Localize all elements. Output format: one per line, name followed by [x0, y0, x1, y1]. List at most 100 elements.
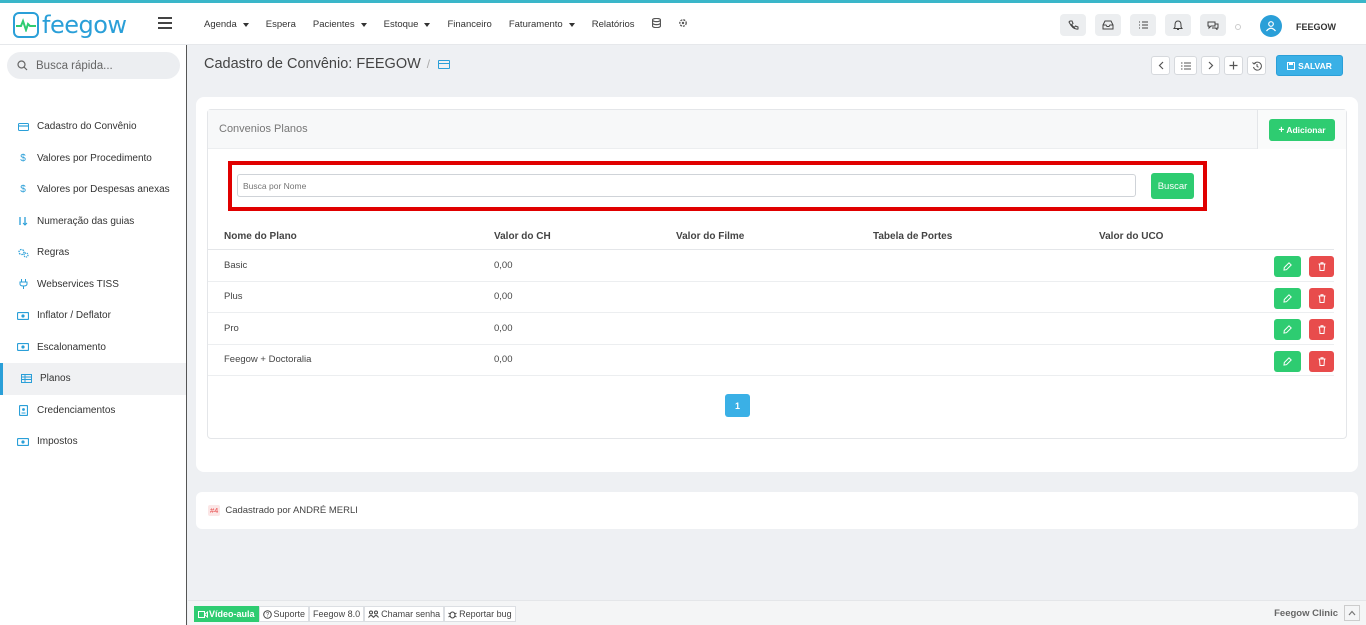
- nav-espera[interactable]: Espera: [266, 18, 296, 31]
- nav-faturamento[interactable]: Faturamento: [509, 18, 575, 31]
- user-avatar-icon[interactable]: [1260, 15, 1282, 37]
- trash-icon: [1318, 325, 1325, 334]
- sidebar-item-escalonamento[interactable]: Escalonamento: [0, 332, 186, 364]
- sidebar-item-inflator-deflator[interactable]: Inflator / Deflator: [0, 300, 186, 332]
- ch-value: 0,00: [494, 259, 513, 271]
- plan-name: Feegow + Doctoralia: [224, 354, 312, 366]
- nav-agenda[interactable]: Agenda: [204, 18, 249, 31]
- report-bug-button[interactable]: Reportar bug: [444, 606, 516, 622]
- delete-button[interactable]: [1309, 319, 1334, 340]
- sidebar-item-webservices-tiss[interactable]: Webservices TISS: [0, 269, 186, 301]
- tasks-icon[interactable]: [1130, 14, 1156, 36]
- nav-estoque[interactable]: Estoque: [384, 18, 431, 31]
- table-row: Feegow + Doctoralia 0,00: [208, 345, 1334, 376]
- bell-icon[interactable]: [1165, 14, 1191, 36]
- table-row: Pro 0,00: [208, 313, 1334, 345]
- edit-button[interactable]: [1274, 350, 1301, 372]
- nav-financeiro[interactable]: Financeiro: [447, 18, 491, 31]
- row-actions: [1274, 319, 1334, 340]
- plan-name: Plus: [224, 291, 243, 303]
- sidebar-item-planos[interactable]: Planos: [0, 363, 186, 395]
- page-toolbar: SALVAR: [1151, 55, 1343, 76]
- plan-name: Pro: [224, 322, 239, 334]
- column-header: Valor do CH: [494, 231, 551, 242]
- money-icon: [17, 311, 29, 320]
- edit-icon: [1283, 262, 1292, 271]
- sidebar-item-impostos[interactable]: Impostos: [0, 426, 186, 458]
- menu-toggle-icon[interactable]: [158, 17, 172, 29]
- sidebar-item-valores-despesas[interactable]: $ Valores por Despesas anexas: [0, 174, 186, 206]
- table-row: Plus 0,00: [208, 282, 1334, 313]
- sidebar-item-valores-procedimento[interactable]: $ Valores por Procedimento: [0, 143, 186, 175]
- column-header: Valor do UCO: [1099, 231, 1164, 242]
- pagination-page-1[interactable]: 1: [725, 394, 750, 417]
- sidebar-item-credenciamentos[interactable]: Credenciamentos: [0, 395, 186, 427]
- table-icon: [20, 374, 32, 384]
- sidebar-item-cadastro-convenio[interactable]: Cadastro do Convênio: [0, 111, 186, 143]
- users-icon: [368, 610, 380, 618]
- chat-icon[interactable]: [1200, 14, 1226, 36]
- version-label: Feegow 8.0: [309, 606, 365, 622]
- database-icon[interactable]: [651, 17, 661, 31]
- feegow-logo[interactable]: feegow: [13, 11, 127, 39]
- dollar-icon: $: [20, 152, 26, 164]
- credit-card-icon: [17, 122, 29, 131]
- delete-button[interactable]: [1309, 350, 1334, 372]
- delete-button[interactable]: [1309, 287, 1334, 309]
- nav-pacientes[interactable]: Pacientes: [313, 18, 367, 31]
- call-ticket-button[interactable]: Chamar senha: [364, 606, 445, 622]
- support-link[interactable]: ? Suporte: [258, 606, 310, 622]
- quick-search-input[interactable]: Busca rápida...: [7, 52, 180, 79]
- next-button[interactable]: [1201, 56, 1220, 75]
- previous-button[interactable]: [1151, 56, 1170, 75]
- search-button[interactable]: Buscar: [1151, 173, 1194, 199]
- sidebar: Busca rápida... Cadastro do Convênio $ V…: [0, 45, 187, 625]
- add-plan-button[interactable]: + Adicionar: [1269, 119, 1335, 141]
- edit-button[interactable]: [1274, 319, 1301, 340]
- history-button[interactable]: [1247, 56, 1266, 75]
- logo-text: feegow: [42, 11, 127, 39]
- plans-card: Convenios Planos + Adicionar Buscar Nome…: [207, 109, 1347, 439]
- sidebar-item-regras[interactable]: Regras: [0, 237, 186, 269]
- registered-by-text: Cadastrado por ANDRÉ MERLI: [225, 505, 358, 516]
- username[interactable]: FEEGOW: [1296, 22, 1336, 32]
- add-button-container: + Adicionar: [1257, 110, 1346, 149]
- footer-links: Vídeo-aula ? Suporte Feegow 8.0 Chamar s…: [194, 606, 516, 622]
- top-navbar: feegow Agenda Espera Pacientes Estoque F…: [0, 3, 1366, 45]
- sidebar-item-numeracao-guias[interactable]: Numeração das guias: [0, 206, 186, 238]
- list-button[interactable]: [1174, 56, 1197, 75]
- logo-pulse-icon: [13, 12, 39, 38]
- gear-icon[interactable]: [678, 18, 688, 31]
- save-button[interactable]: SALVAR: [1276, 55, 1343, 76]
- plan-search-input[interactable]: [237, 174, 1136, 197]
- scroll-top-button[interactable]: [1344, 605, 1360, 621]
- video-lesson-button[interactable]: Vídeo-aula: [194, 606, 259, 622]
- main-panel: Convenios Planos + Adicionar Buscar Nome…: [196, 97, 1358, 472]
- id-badge-icon: [17, 404, 29, 416]
- status-dot: [1235, 24, 1241, 30]
- inbox-icon[interactable]: [1095, 14, 1121, 36]
- table-row: Basic 0,00: [208, 250, 1334, 282]
- record-id-badge: #4: [208, 505, 221, 516]
- edit-button[interactable]: [1274, 256, 1301, 277]
- ch-value: 0,00: [494, 322, 513, 334]
- row-actions: [1274, 350, 1334, 372]
- add-new-button[interactable]: [1224, 56, 1243, 75]
- page-title-text: Cadastro de Convênio: FEEGOW: [204, 56, 421, 72]
- column-header: Tabela de Portes: [873, 231, 953, 242]
- phone-icon[interactable]: [1060, 14, 1086, 36]
- plan-name: Basic: [224, 259, 248, 271]
- page-title: Cadastro de Convênio: FEEGOW /: [204, 56, 451, 72]
- credit-card-icon: [438, 59, 451, 69]
- edit-icon: [1283, 325, 1292, 334]
- row-actions: [1274, 287, 1334, 309]
- nav-relatorios[interactable]: Relatórios: [592, 18, 635, 31]
- cogs-icon: [17, 248, 29, 258]
- delete-button[interactable]: [1309, 256, 1334, 277]
- trash-icon: [1318, 262, 1325, 271]
- section-title: Convenios Planos: [219, 123, 308, 135]
- bug-icon: [448, 611, 457, 618]
- edit-button[interactable]: [1274, 287, 1301, 309]
- footer-bar: Vídeo-aula ? Suporte Feegow 8.0 Chamar s…: [188, 600, 1366, 625]
- ch-value: 0,00: [494, 354, 513, 366]
